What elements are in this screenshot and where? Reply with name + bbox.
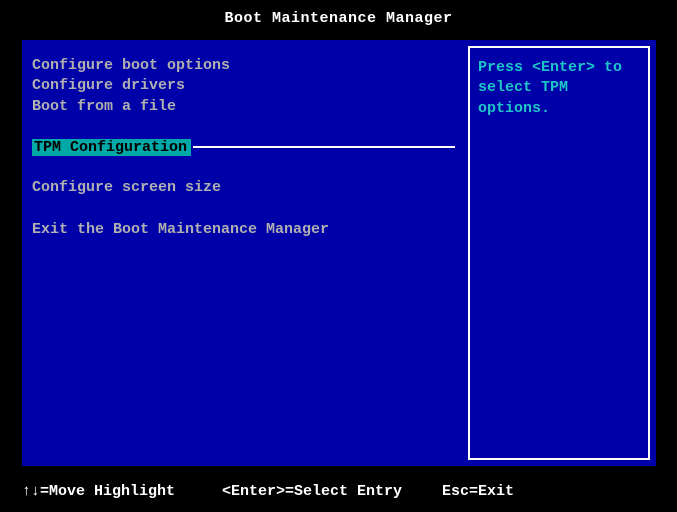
main-frame: Configure boot options Configure drivers… — [22, 40, 656, 466]
footer-hints: ↑↓=Move Highlight <Enter>=Select Entry E… — [22, 483, 656, 500]
menu-item-boot-file[interactable]: Boot from a file — [32, 97, 455, 117]
help-text-line2: select TPM options. — [478, 78, 640, 119]
menu-item-boot-options[interactable]: Configure boot options — [32, 56, 455, 76]
hint-move: ↑↓=Move Highlight — [22, 483, 222, 500]
menu-group-3: Exit the Boot Maintenance Manager — [32, 220, 455, 240]
menu-item-tpm[interactable]: TPM Configuration — [32, 139, 191, 156]
menu-group-1: Configure boot options Configure drivers… — [32, 56, 455, 117]
page-title: Boot Maintenance Manager — [0, 0, 677, 35]
menu-item-tpm-row: TPM Configuration — [32, 139, 455, 156]
selection-divider-line — [193, 146, 455, 148]
hint-exit: Esc=Exit — [442, 483, 656, 500]
menu-item-drivers[interactable]: Configure drivers — [32, 76, 455, 96]
menu-item-screen-size[interactable]: Configure screen size — [32, 178, 455, 198]
menu-group-2: Configure screen size — [32, 178, 455, 198]
menu-pane: Configure boot options Configure drivers… — [22, 40, 465, 466]
help-text-line1: Press <Enter> to — [478, 58, 640, 78]
hint-select: <Enter>=Select Entry — [222, 483, 442, 500]
menu-item-exit[interactable]: Exit the Boot Maintenance Manager — [32, 220, 455, 240]
help-pane: Press <Enter> to select TPM options. — [468, 46, 650, 460]
